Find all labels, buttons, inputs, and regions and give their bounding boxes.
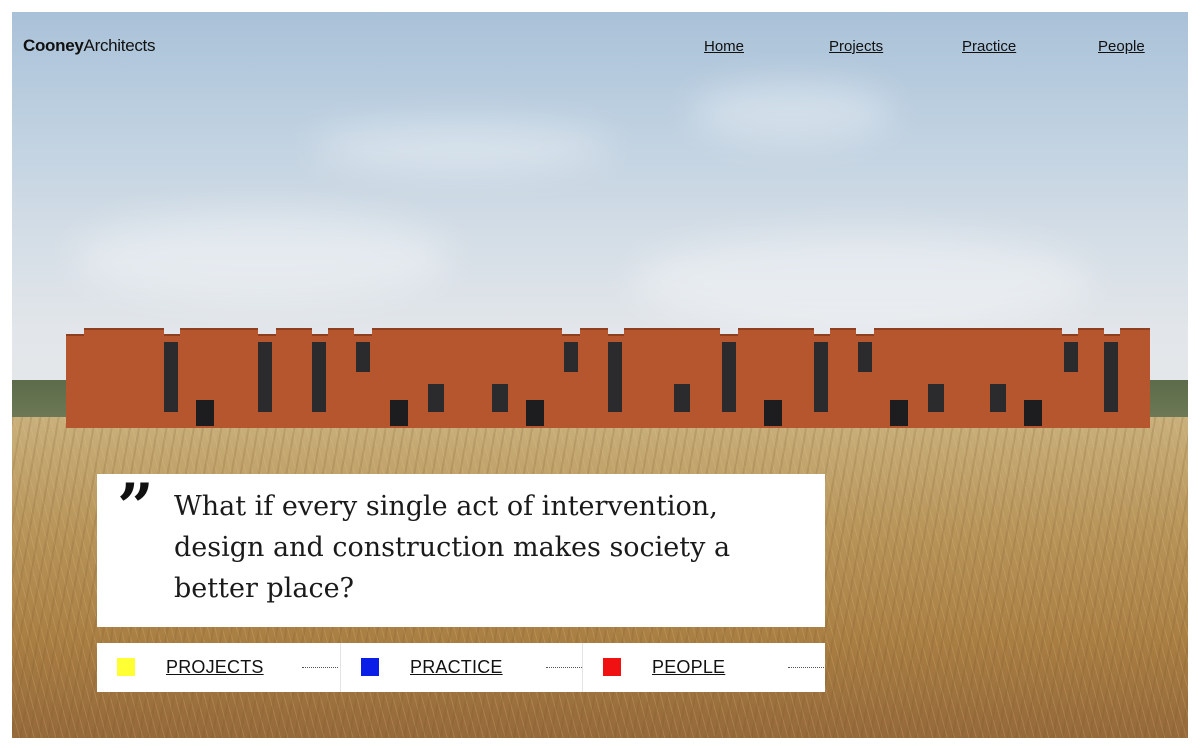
link-people[interactable]: PEOPLE xyxy=(582,643,825,692)
dotted-divider xyxy=(302,667,338,668)
swatch-red-icon xyxy=(603,658,621,676)
logo[interactable]: CooneyArchitects xyxy=(23,36,155,56)
swatch-yellow-icon xyxy=(117,658,135,676)
hero-building xyxy=(66,328,1150,428)
link-projects[interactable]: PROJECTS xyxy=(97,643,339,692)
swatch-blue-icon xyxy=(361,658,379,676)
link-projects-label[interactable]: PROJECTS xyxy=(166,657,264,678)
nav-practice[interactable]: Practice xyxy=(962,38,1016,55)
nav-people[interactable]: People xyxy=(1098,38,1145,55)
nav-home[interactable]: Home xyxy=(704,38,744,55)
quote-box: ” What if every single act of interventi… xyxy=(97,474,825,627)
dotted-divider xyxy=(788,667,824,668)
nav-projects[interactable]: Projects xyxy=(829,38,883,55)
hero-quote: What if every single act of intervention… xyxy=(174,491,731,604)
hero-section xyxy=(12,12,1188,738)
logo-name-bold: Cooney xyxy=(23,36,84,55)
link-people-label[interactable]: PEOPLE xyxy=(652,657,725,678)
section-link-bar: PROJECTS PRACTICE PEOPLE xyxy=(97,643,825,692)
link-practice[interactable]: PRACTICE xyxy=(340,643,583,692)
logo-name-regular: Architects xyxy=(83,36,156,55)
link-practice-label[interactable]: PRACTICE xyxy=(410,657,503,678)
dotted-divider xyxy=(546,667,582,668)
quote-mark-icon: ” xyxy=(117,470,154,545)
